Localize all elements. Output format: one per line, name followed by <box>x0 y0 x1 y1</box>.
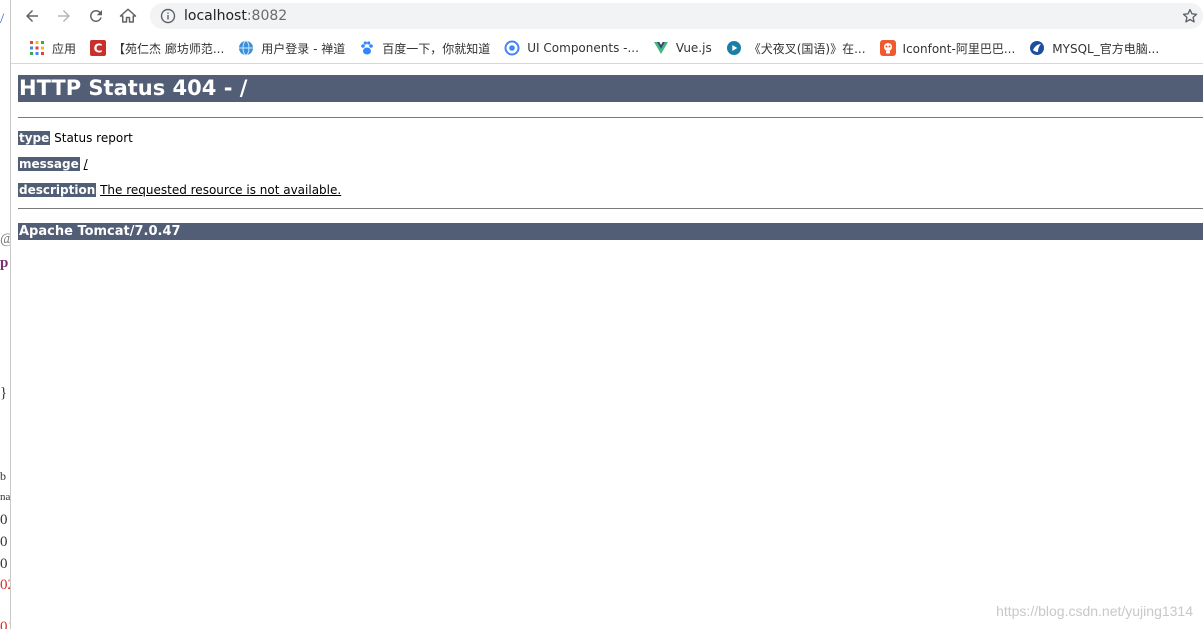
bookmark-vuejs[interactable]: Vue.js <box>647 36 718 60</box>
svg-text:C: C <box>94 42 103 56</box>
arrow-right-icon <box>58 10 70 22</box>
bookmark-mysql[interactable]: MYSQL_官方电脑... <box>1023 36 1165 60</box>
browser-toolbar: localhost:8082 <box>11 0 1203 32</box>
bookmark-apps[interactable]: 应用 <box>23 36 82 60</box>
home-button[interactable] <box>116 5 140 27</box>
bookmarks-bar: 应用 C 【苑仁杰 廊坊师范... 用户登录 - 禅道 百度一下，你就知道 UI… <box>11 33 1203 64</box>
description-row: description The requested resource is no… <box>18 183 341 197</box>
bookmark-ui-components[interactable]: UI Components -... <box>498 36 645 60</box>
page-title: HTTP Status 404 - / <box>18 75 1203 102</box>
watermark: https://blog.csdn.net/yujing1314 <box>996 603 1193 619</box>
arrow-left-icon <box>26 10 38 22</box>
iconfont-icon <box>879 40 896 56</box>
bookmark-label: 用户登录 - 禅道 <box>261 41 346 56</box>
strip-char: p <box>0 255 9 271</box>
strip-char: @ <box>0 232 10 247</box>
circle-icon <box>504 40 520 56</box>
forward-button[interactable] <box>52 5 76 27</box>
vue-icon <box>653 40 669 56</box>
bookmark-label: 《犬夜叉(国语)》在... <box>748 41 866 56</box>
bookmark-csdn[interactable]: C 【苑仁杰 廊坊师范... <box>84 36 230 60</box>
strip-char: / <box>0 11 5 27</box>
address-bar[interactable]: localhost:8082 <box>150 3 1203 29</box>
bookmark-label: UI Components -... <box>527 41 639 55</box>
strip-char: 0 <box>0 534 8 550</box>
star-icon[interactable] <box>1181 7 1199 25</box>
strip-char: 0 <box>0 512 8 528</box>
csdn-icon: C <box>90 40 107 56</box>
strip-char: na <box>0 491 11 503</box>
info-icon[interactable] <box>160 8 176 24</box>
reload-button[interactable] <box>84 5 108 27</box>
bookmark-inuyasha[interactable]: 《犬夜叉(国语)》在... <box>720 36 872 60</box>
message-row: message / <box>18 157 88 171</box>
type-label: type <box>18 131 51 145</box>
reload-icon <box>89 9 102 22</box>
bookmark-label: Iconfont-阿里巴巴... <box>902 41 1016 56</box>
browser-window: localhost:8082 应用 C 【苑仁杰 廊坊师范... 用户登录 - … <box>11 0 1203 629</box>
url-text: localhost:8082 <box>184 8 287 24</box>
back-button[interactable] <box>20 5 44 27</box>
bookmark-label: Vue.js <box>675 41 712 55</box>
apps-grid-icon <box>29 40 45 56</box>
globe-icon <box>238 40 254 56</box>
description-label: description <box>18 183 97 197</box>
background-window-strip: / @ p } b na 0 0 0 02 01 <box>0 0 11 629</box>
play-icon <box>726 40 742 56</box>
bookmark-label: MYSQL_官方电脑... <box>1052 41 1160 56</box>
bookmark-baidu[interactable]: 百度一下，你就知道 <box>353 36 496 60</box>
url-port: :8082 <box>246 8 288 24</box>
divider <box>18 117 1203 118</box>
message-value: / <box>83 157 88 171</box>
strip-char: b <box>0 469 6 483</box>
bookmark-label: 【苑仁杰 廊坊师范... <box>113 41 225 56</box>
bookmark-label: 百度一下，你就知道 <box>382 41 491 56</box>
strip-char: 0 <box>0 556 8 572</box>
divider <box>18 208 1203 209</box>
page-content: HTTP Status 404 - / type Status report m… <box>18 64 1203 629</box>
strip-char: 01 <box>0 619 10 629</box>
strip-char: 02 <box>0 577 10 593</box>
server-info: Apache Tomcat/7.0.47 <box>18 223 1203 240</box>
baidu-paw-icon <box>359 40 375 56</box>
bookmark-iconfont[interactable]: Iconfont-阿里巴巴... <box>874 36 1022 60</box>
bookmark-zentao[interactable]: 用户登录 - 禅道 <box>232 36 351 60</box>
type-value: Status report <box>54 131 133 145</box>
url-host: localhost <box>184 8 247 24</box>
home-icon <box>119 8 137 23</box>
type-row: type Status report <box>18 131 133 145</box>
bookmark-label: 应用 <box>52 41 77 56</box>
strip-char: } <box>0 385 8 401</box>
shield-icon <box>1029 40 1045 56</box>
message-label: message <box>18 157 80 171</box>
description-value: The requested resource is not available. <box>100 183 342 197</box>
